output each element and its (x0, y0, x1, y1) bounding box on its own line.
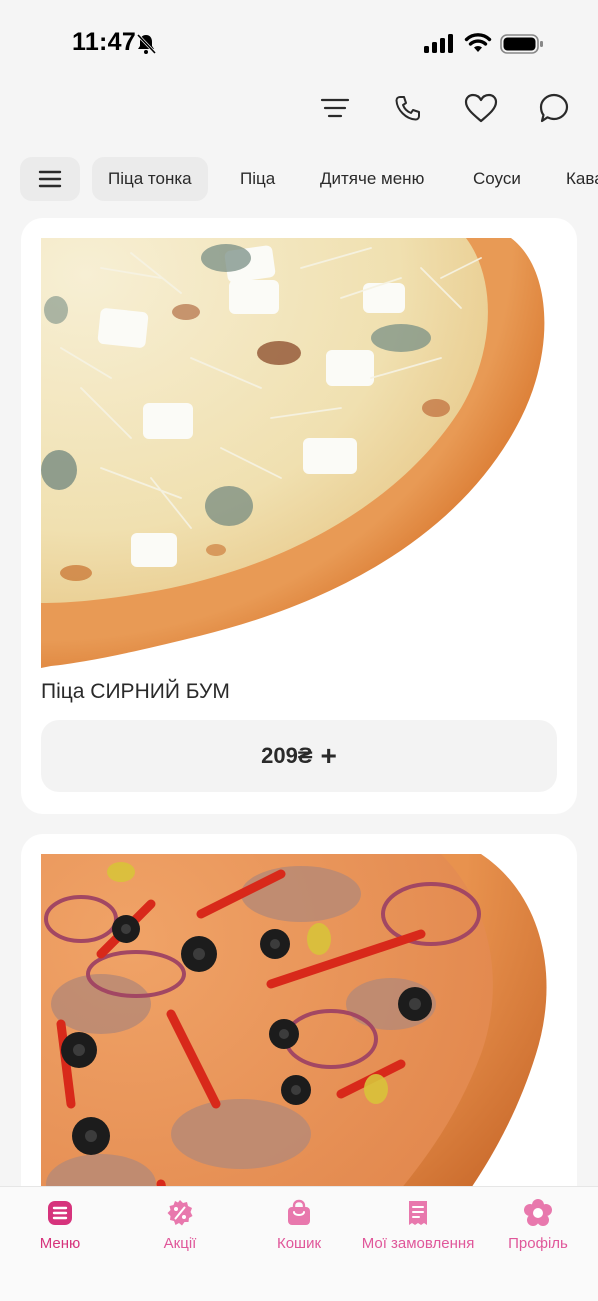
product-price: 209₴ (261, 743, 313, 768)
profile-flower-icon (524, 1199, 552, 1226)
tab-sauces[interactable]: Соуси (473, 157, 521, 201)
nav-label: Акції (163, 1235, 197, 1252)
menu-list-icon (48, 1201, 72, 1225)
top-actions (0, 86, 598, 130)
hamburger-icon (38, 170, 62, 188)
receipt-icon (409, 1201, 427, 1225)
phone-button[interactable] (386, 86, 430, 130)
plus-icon: + (320, 740, 337, 771)
filter-lines-icon (320, 98, 350, 118)
status-time: 11:47 (72, 28, 137, 56)
nav-item-cart[interactable]: Кошик (239, 1199, 359, 1252)
tab-kids-menu[interactable]: Дитяче меню (320, 157, 424, 201)
product-title[interactable]: Піца СИРНИЙ БУМ (41, 680, 230, 704)
nav-item-menu[interactable]: Меню (0, 1199, 120, 1252)
chat-button[interactable] (532, 86, 576, 130)
phone-icon (395, 96, 420, 121)
product-card[interactable]: Піца СИРНИЙ БУМ 209₴ + (21, 218, 577, 814)
shopping-bag-icon (288, 1199, 310, 1225)
battery-icon (500, 34, 543, 54)
nav-label: Меню (39, 1235, 81, 1252)
category-tabs: Піца тонка Піца Дитяче меню Соуси Кава (0, 157, 598, 201)
percent-badge-icon (167, 1200, 193, 1226)
nav-item-profile[interactable]: Профіль (478, 1199, 598, 1252)
status-bar: 11:47 (0, 0, 598, 88)
nav-item-promotions[interactable]: Акції (120, 1199, 240, 1252)
nav-label: Мої замовлення (361, 1235, 475, 1252)
bottom-navigation: Меню Акції Кошик Мої замовлення Профіль (0, 1186, 598, 1301)
heart-icon (464, 93, 498, 123)
chat-bubble-icon (539, 93, 569, 123)
nav-label: Профіль (508, 1235, 568, 1252)
nav-item-orders[interactable]: Мої замовлення (358, 1199, 478, 1252)
category-menu-button[interactable] (20, 157, 80, 201)
wifi-icon (464, 33, 492, 52)
tab-coffee[interactable]: Кава (566, 157, 598, 201)
add-to-cart-button[interactable]: 209₴ + (41, 720, 557, 792)
tab-thin-pizza[interactable]: Піца тонка (92, 157, 208, 201)
favorites-button[interactable] (459, 86, 503, 130)
cellular-signal-icon (424, 34, 453, 53)
tab-pizza[interactable]: Піца (240, 157, 275, 201)
nav-label: Кошик (276, 1235, 322, 1252)
product-image-cheese-pizza[interactable] (41, 238, 561, 668)
filter-button[interactable] (313, 86, 357, 130)
bell-muted-icon (136, 33, 157, 55)
